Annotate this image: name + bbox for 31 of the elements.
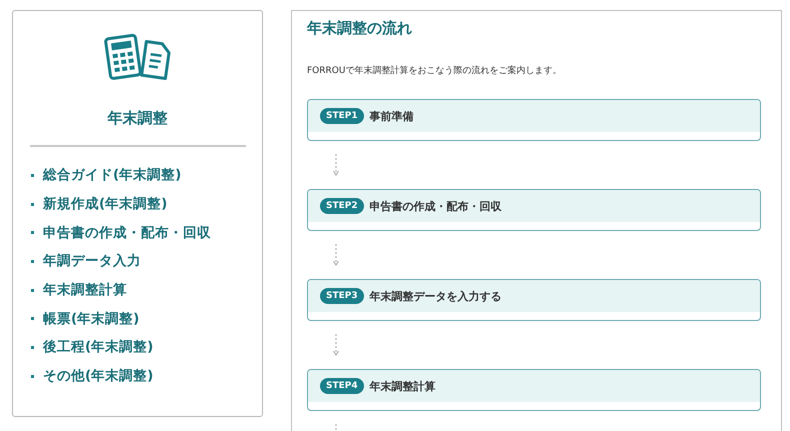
bullet-icon [31,317,34,320]
step-title: 事前準備 [370,108,414,124]
sidebar-link[interactable]: 新規作成(年末調整) [43,195,168,214]
step-badge: STEP1 [320,108,364,124]
bullet-icon [31,346,34,349]
page-title: 年末調整の流れ [307,19,413,38]
sidebar-title: 年末調整 [108,109,168,128]
calculator-document-icon [104,33,172,81]
step-badge: STEP3 [320,288,364,304]
bullet-icon [31,202,34,206]
sidebar-link[interactable]: 年末調整計算 [43,281,127,300]
dotted-arrow-icon [333,333,339,357]
sidebar-link[interactable]: 総合ガイド(年末調整) [43,166,182,184]
step-title: 年末調整計算 [370,378,436,394]
sidebar-link[interactable]: 年調データ入力 [43,252,141,270]
bullet-icon [31,374,34,378]
step-title: 年末調整データを入力する [370,288,502,304]
sidebar-link[interactable]: 申告書の作成・配布・回収 [43,224,211,242]
dotted-arrow-icon [333,243,339,267]
bullet-icon [31,288,34,292]
bullet-icon [31,260,34,263]
step-title: 申告書の作成・配布・回収 [370,198,502,214]
bullet-icon [31,231,34,234]
sidebar-link[interactable]: 帳票(年末調整) [43,310,140,328]
step-badge: STEP4 [320,378,364,394]
sidebar-link[interactable]: その他(年末調整) [43,367,154,386]
intro-text: FORROUで年末調整計算をおこなう際の流れをご案内します。 [307,64,562,77]
sidebar-link[interactable]: 後工程(年末調整) [43,338,154,356]
step-badge: STEP2 [320,198,364,214]
dotted-arrow-icon [333,153,339,177]
bullet-icon [31,174,34,177]
